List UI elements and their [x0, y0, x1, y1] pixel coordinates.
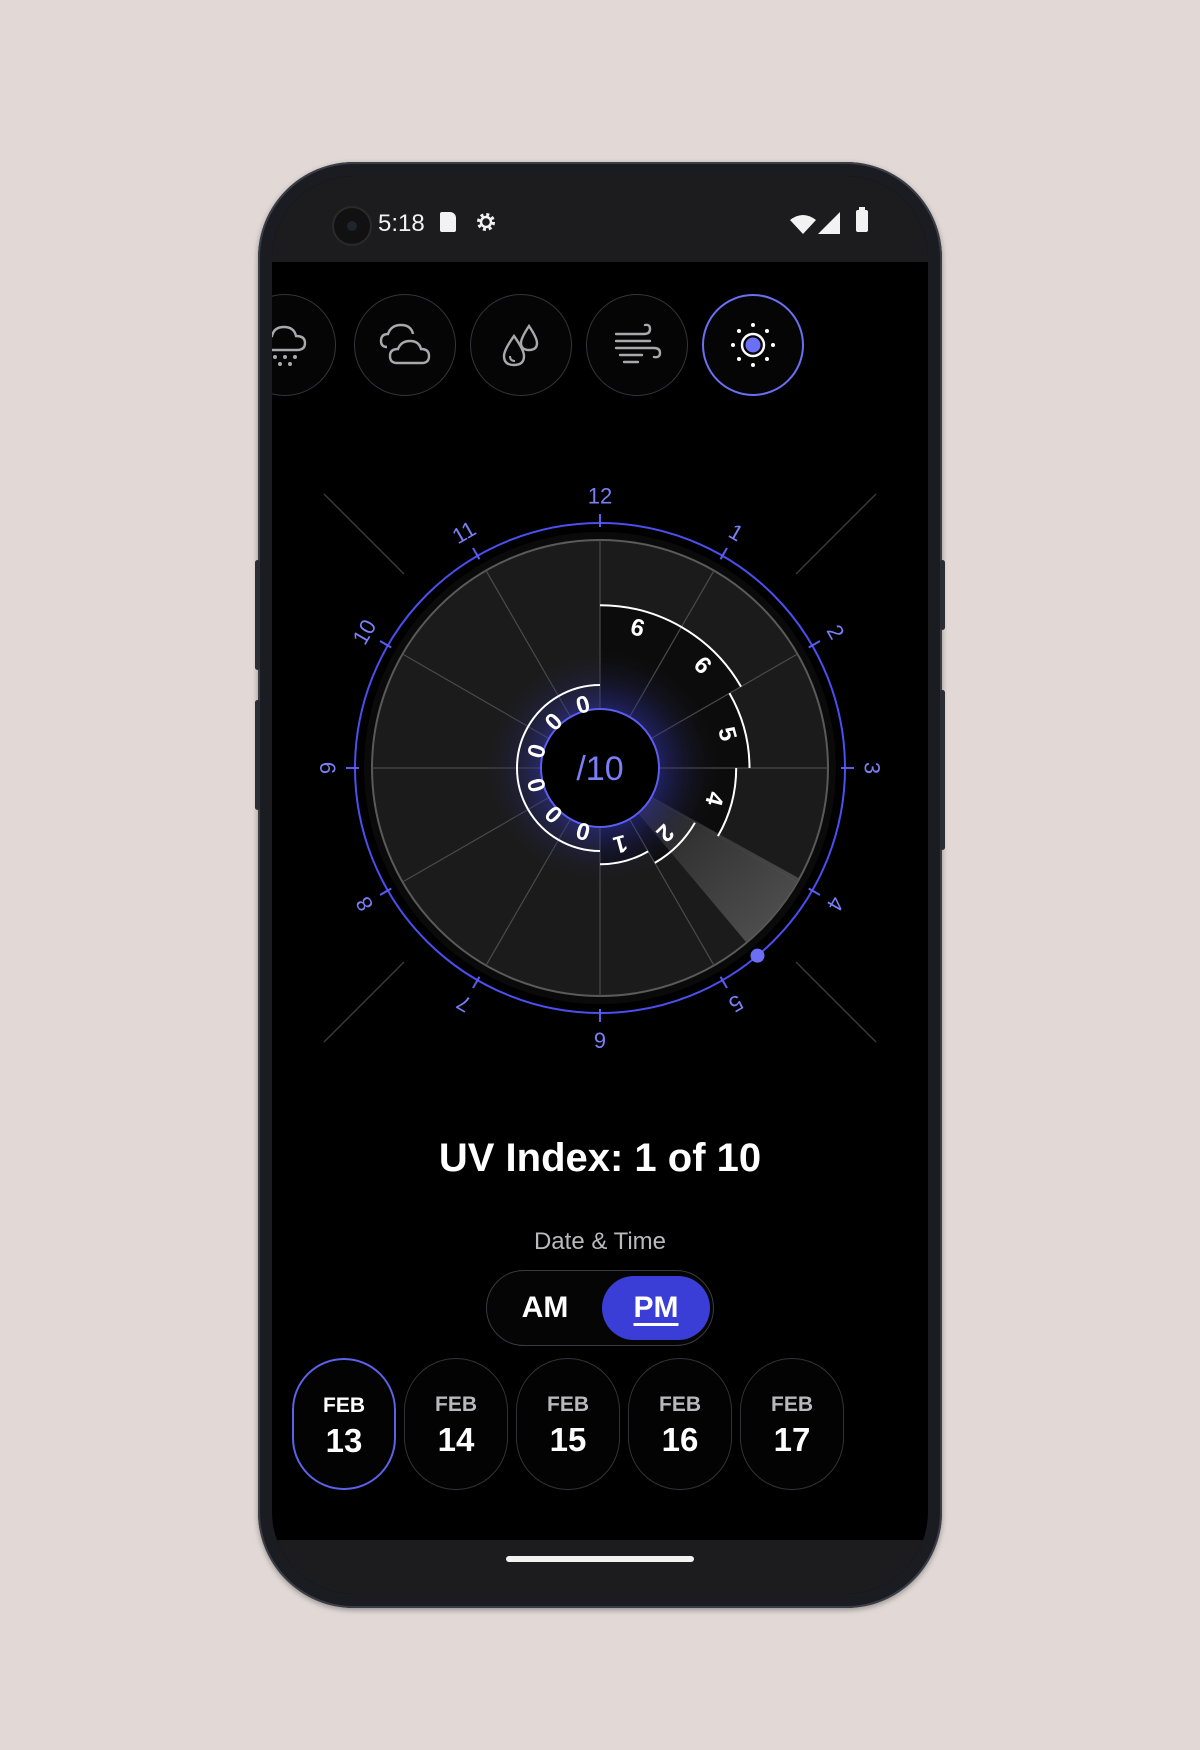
date-pill[interactable]: FEB 13	[292, 1358, 396, 1490]
date-month: FEB	[771, 1393, 813, 1416]
dial-center-label: /10	[576, 750, 623, 788]
hour-label: 1	[724, 519, 747, 547]
pm-option[interactable]: PM	[602, 1276, 710, 1340]
hour-label: 2	[822, 620, 850, 643]
home-indicator[interactable]	[506, 1556, 694, 1562]
date-month: FEB	[323, 1394, 365, 1417]
hour-label: 12	[588, 484, 612, 509]
hour-label: 3	[860, 762, 885, 774]
hour-label: 6	[594, 1028, 606, 1053]
date-month: FEB	[659, 1393, 701, 1416]
am-pm-toggle[interactable]: AM PM	[486, 1270, 714, 1346]
time-indicator-dot[interactable]	[750, 948, 765, 963]
hour-label: 10	[347, 615, 381, 649]
date-pill[interactable]: FEB 16	[628, 1358, 732, 1490]
volume-button	[940, 690, 945, 850]
side-button-left	[255, 560, 260, 670]
hour-label: 8	[351, 892, 379, 915]
date-pill[interactable]: FEB 15	[516, 1358, 620, 1490]
phone-screen: 5:18 /10 6 6 5 4 2 1 0 0 0 0 0 0 12 1 2 …	[272, 176, 928, 1594]
hour-label: 4	[822, 892, 850, 915]
date-time-label: Date & Time	[533, 1228, 667, 1255]
hour-label: 11	[448, 516, 480, 549]
date-month: FEB	[435, 1393, 477, 1416]
side-button-left-2	[255, 700, 260, 810]
date-pill[interactable]: FEB 17	[740, 1358, 844, 1490]
date-month: FEB	[547, 1393, 589, 1416]
uv-index-title: UV Index: 1 of 10	[438, 1136, 762, 1180]
date-day: 14	[437, 1421, 475, 1458]
date-day: 17	[773, 1421, 811, 1458]
hour-label: 9	[316, 762, 341, 774]
date-pill[interactable]: FEB 14	[404, 1358, 508, 1490]
date-day: 13	[325, 1422, 363, 1459]
navigation-bar	[272, 1540, 928, 1594]
hour-label: 5	[724, 990, 747, 1018]
date-day: 15	[549, 1421, 587, 1458]
am-option[interactable]: AM	[489, 1273, 601, 1342]
date-day: 16	[661, 1421, 699, 1458]
power-button	[940, 560, 945, 630]
hour-label: 7	[452, 990, 475, 1018]
